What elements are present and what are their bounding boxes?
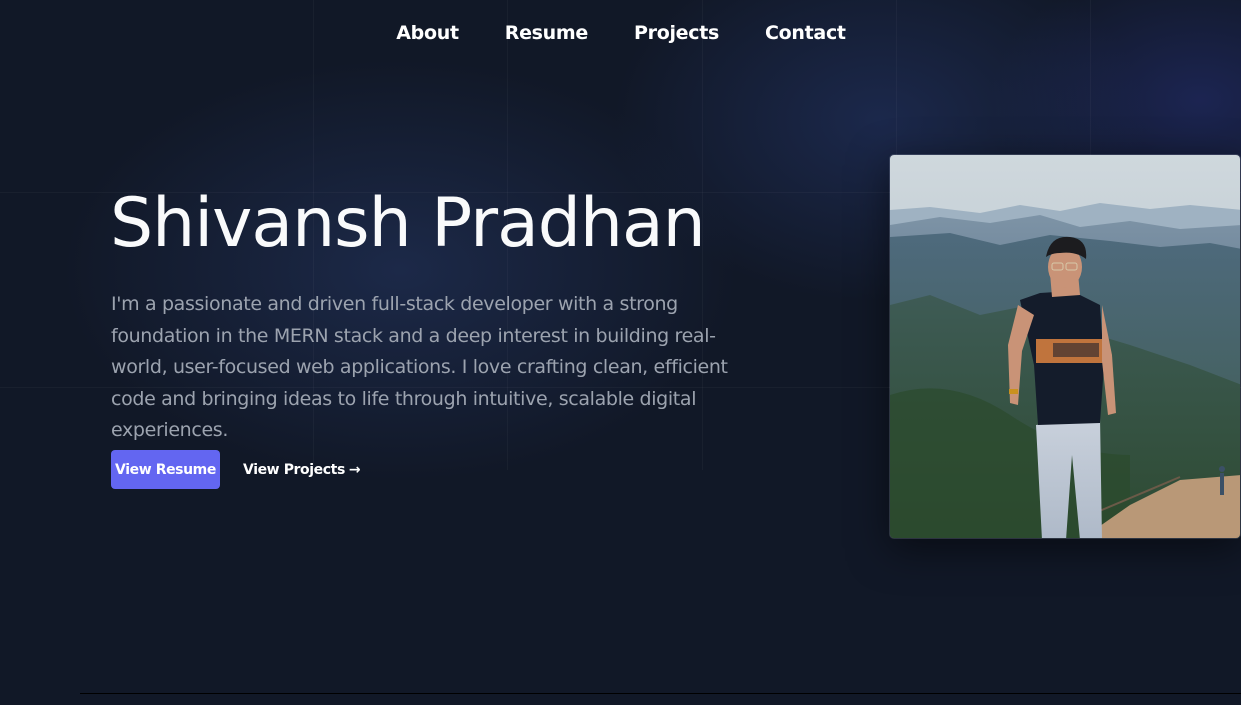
section-divider <box>80 693 1241 694</box>
view-resume-button[interactable]: View Resume <box>111 450 220 489</box>
view-resume-label: View Resume <box>115 461 216 478</box>
nav-link-about[interactable]: About <box>396 22 459 44</box>
profile-photo <box>889 154 1241 539</box>
hero-bio-text: I'm a passionate and driven full-stack d… <box>111 293 728 441</box>
nav-link-contact[interactable]: Contact <box>765 22 846 44</box>
hero-name-heading: Shivansh Pradhan <box>110 184 706 263</box>
arrow-right-icon: → <box>348 461 361 478</box>
nav-link-projects[interactable]: Projects <box>634 22 719 44</box>
profile-photo-image <box>890 155 1240 538</box>
view-projects-button[interactable]: View Projects → <box>243 450 361 489</box>
view-projects-label: View Projects <box>243 461 345 478</box>
portfolio-page: About Resume Projects Contact Shivansh P… <box>0 0 1241 705</box>
nav-link-resume[interactable]: Resume <box>505 22 589 44</box>
top-navigation: About Resume Projects Contact <box>0 22 1241 44</box>
